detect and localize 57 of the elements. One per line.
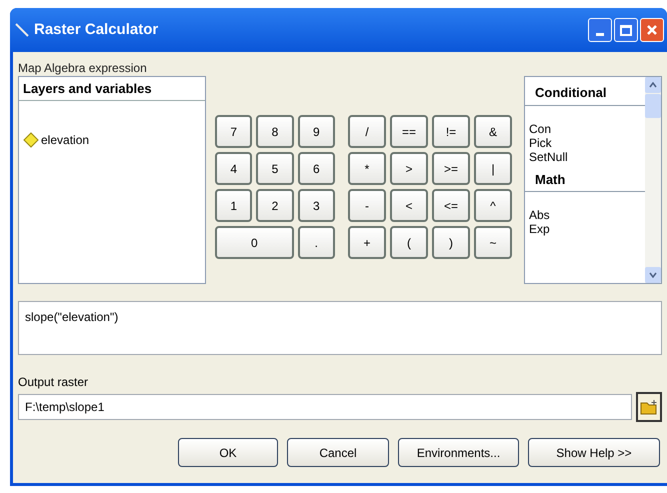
scroll-up-icon[interactable]: [645, 77, 661, 93]
operator-button[interactable]: /: [348, 115, 386, 148]
keypad-button[interactable]: 5: [256, 152, 294, 185]
keypad-button[interactable]: 7: [215, 115, 252, 148]
minimize-button[interactable]: [588, 18, 612, 42]
diamond-icon: [23, 132, 39, 148]
dialog-button[interactable]: Cancel: [287, 438, 389, 467]
dialog-button[interactable]: Environments...: [398, 438, 519, 467]
operator-button[interactable]: ==: [390, 115, 428, 148]
function-item[interactable]: Abs: [525, 208, 645, 222]
output-field[interactable]: F:\temp\slope1: [18, 394, 632, 420]
section-label: Map Algebra expression: [18, 60, 148, 75]
operator-button[interactable]: *: [348, 152, 386, 185]
layer-item[interactable]: elevation: [41, 130, 90, 148]
operator-button[interactable]: |: [474, 152, 512, 185]
close-icon: [646, 24, 658, 36]
close-button[interactable]: [640, 18, 664, 42]
keypad-button[interactable]: 9: [298, 115, 335, 148]
operator-button[interactable]: &: [474, 115, 512, 148]
operator-button[interactable]: +: [348, 226, 386, 259]
keypad-button[interactable]: 1: [215, 189, 252, 222]
scrollbar[interactable]: [645, 77, 661, 283]
function-item[interactable]: Con: [525, 122, 645, 136]
keypad-button[interactable]: 2: [256, 189, 294, 222]
operator-button[interactable]: >: [390, 152, 428, 185]
operator-button[interactable]: <=: [432, 189, 470, 222]
minimize-icon: [596, 33, 604, 36]
operator-button[interactable]: (: [390, 226, 428, 259]
window-title: Raster Calculator: [34, 20, 160, 40]
keypad-button[interactable]: 3: [298, 189, 335, 222]
dialog-button[interactable]: OK: [178, 438, 278, 467]
keypad-button[interactable]: 4: [215, 152, 252, 185]
function-item[interactable]: SetNull: [525, 150, 645, 164]
folder-icon: [640, 399, 658, 415]
maximize-icon: [620, 24, 632, 36]
scroll-down-icon[interactable]: [645, 267, 661, 283]
expression-box[interactable]: slope("elevation"): [18, 301, 662, 355]
operator-button[interactable]: <: [390, 189, 428, 222]
maximize-button[interactable]: [614, 18, 638, 42]
operator-button[interactable]: !=: [432, 115, 470, 148]
operator-button[interactable]: ~: [474, 226, 512, 259]
keypad-button[interactable]: 0: [215, 226, 294, 259]
list-heading: Layers and variables: [19, 77, 205, 100]
wand-icon: [14, 22, 30, 38]
keypad-button[interactable]: .: [298, 226, 335, 259]
scroll-thumb[interactable]: [645, 94, 661, 118]
keypad-button[interactable]: 6: [298, 152, 335, 185]
field-label: Output raster: [18, 374, 90, 388]
operator-button[interactable]: ): [432, 226, 470, 259]
dialog-button[interactable]: Show Help >>: [528, 438, 660, 467]
keypad-button[interactable]: 8: [256, 115, 294, 148]
function-item[interactable]: Exp: [525, 222, 645, 236]
operator-button[interactable]: -: [348, 189, 386, 222]
folder-button[interactable]: [636, 392, 662, 422]
function-item[interactable]: Pick: [525, 136, 645, 150]
operator-button[interactable]: >=: [432, 152, 470, 185]
operator-button[interactable]: ^: [474, 189, 512, 222]
